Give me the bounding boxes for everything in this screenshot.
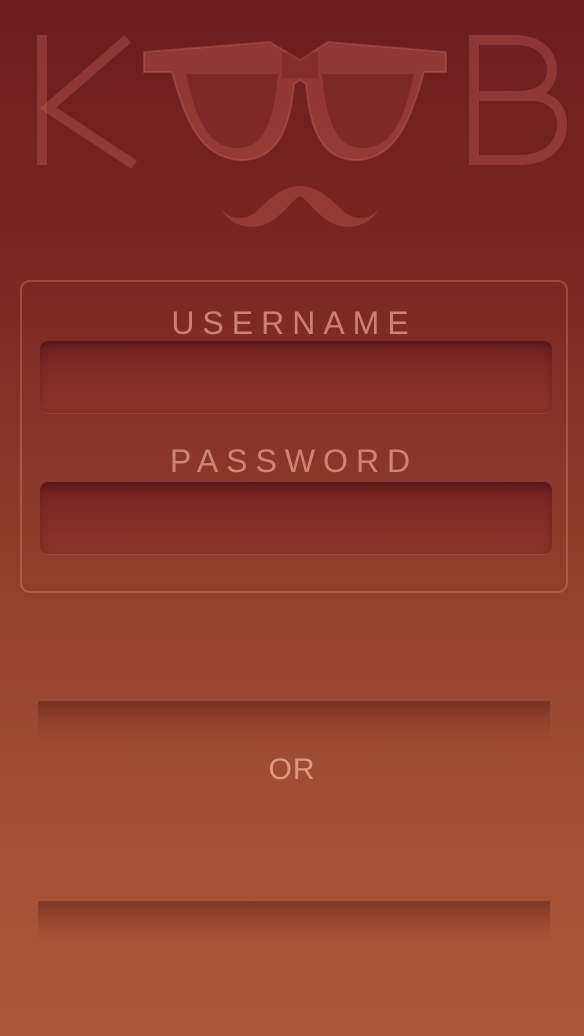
login-action-button[interactable] xyxy=(38,701,550,743)
alternate-login-button[interactable] xyxy=(38,901,550,943)
mustache-icon xyxy=(220,186,380,227)
logo-graphic xyxy=(37,34,568,227)
or-divider-label: OR xyxy=(268,753,316,786)
username-input[interactable] xyxy=(40,341,552,413)
glasses-icon xyxy=(143,40,447,162)
username-label: USERNAME xyxy=(171,305,417,341)
login-form: USERNAME PASSWORD xyxy=(20,280,568,593)
password-input[interactable] xyxy=(40,482,552,554)
koob-logo: KOOB xyxy=(0,0,584,260)
password-label: PASSWORD xyxy=(169,443,419,479)
